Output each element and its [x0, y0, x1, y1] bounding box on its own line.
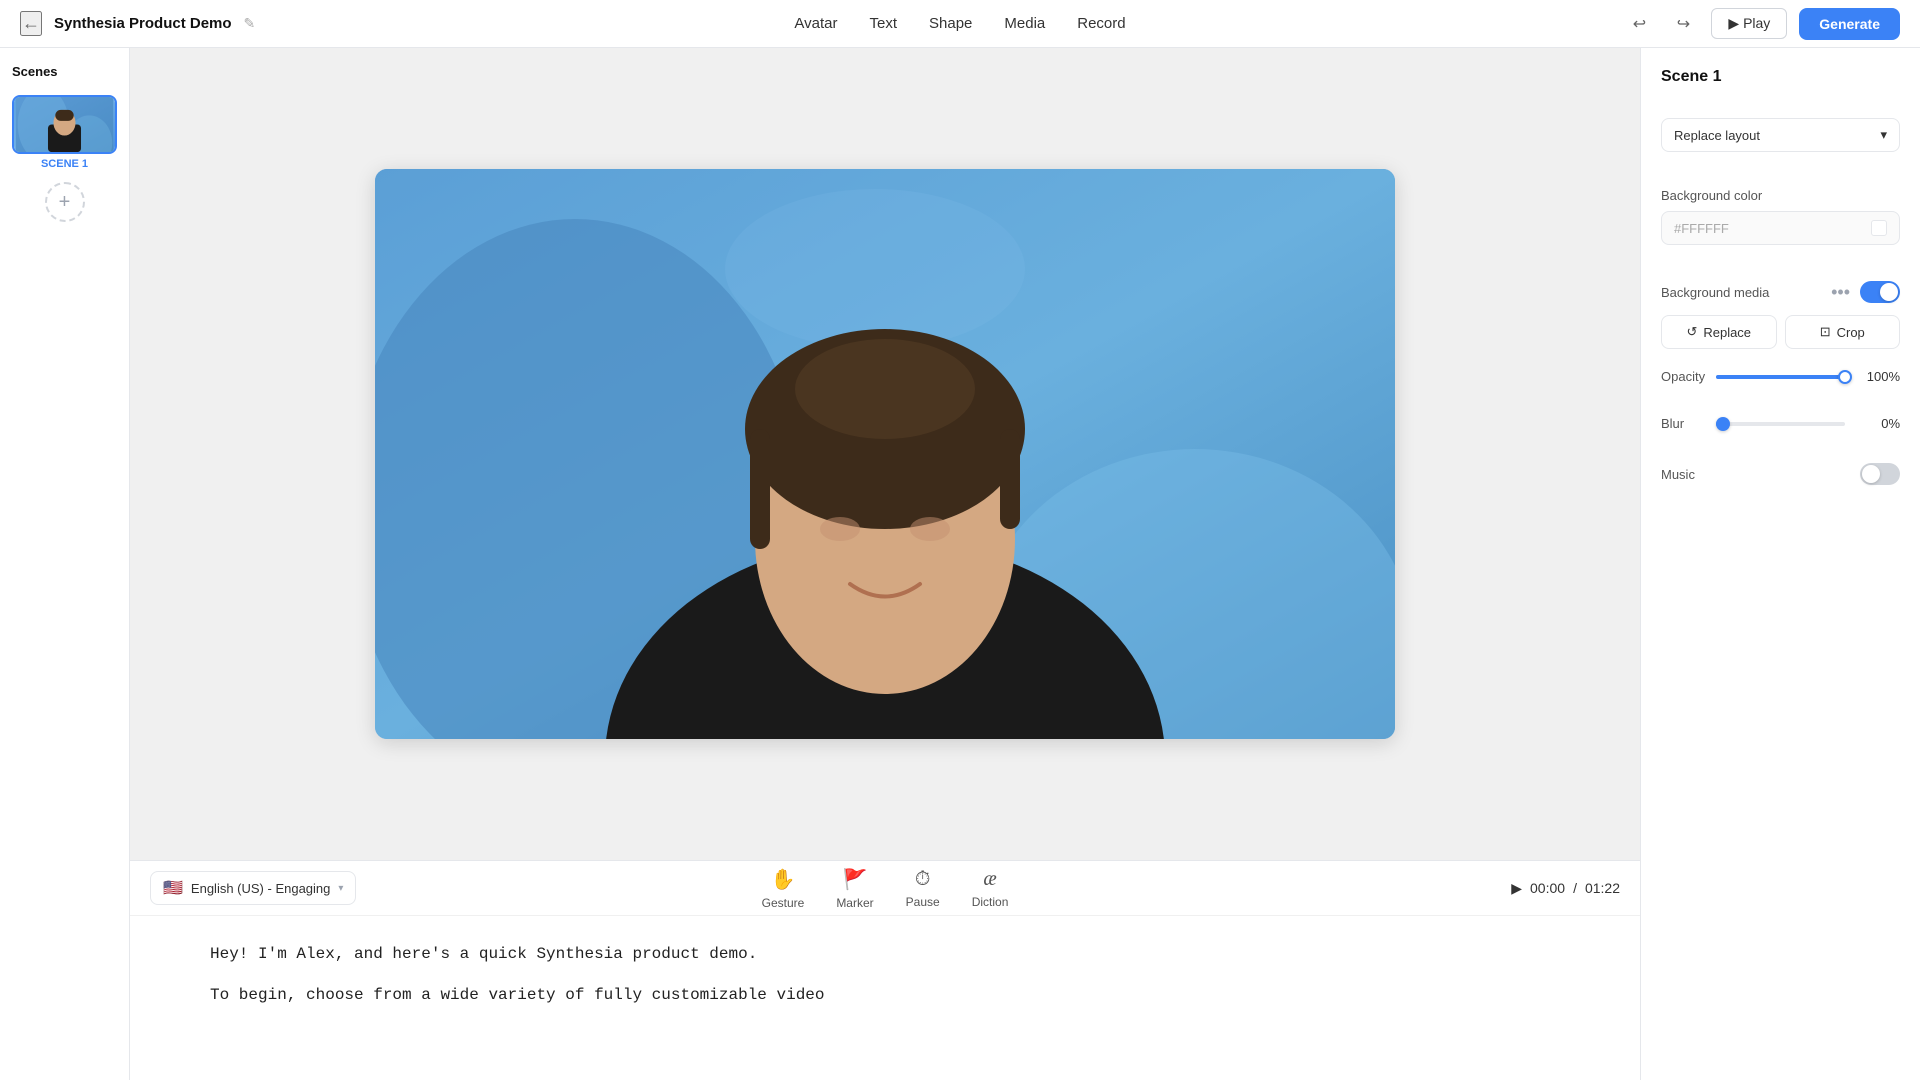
diction-action[interactable]: æ Diction	[972, 868, 1009, 909]
background-media-section: Background media ••• ↺ Replace ⊡ Crop	[1661, 281, 1900, 349]
script-content[interactable]: Hey! I'm Alex, and here's a quick Synthe…	[130, 916, 1640, 1046]
replace-layout-select[interactable]: Replace layout ▾	[1661, 118, 1900, 152]
undo-button[interactable]: ↩	[1623, 8, 1655, 40]
background-color-label: Background color	[1661, 188, 1900, 203]
opacity-value: 100%	[1855, 369, 1900, 384]
canvas-area: 🇺🇸 English (US) - Engaging ▾ ✋ Gesture 🚩…	[130, 48, 1640, 1080]
script-line-1: Hey! I'm Alex, and here's a quick Synthe…	[210, 940, 1560, 969]
header-right: ↩ ↪ ▶ Play Generate	[1623, 8, 1900, 40]
header-nav: Avatar Text Shape Media Record	[794, 15, 1125, 32]
blur-label: Blur	[1661, 416, 1706, 431]
gesture-icon: ✋	[771, 867, 796, 892]
main-layout: Scenes	[0, 48, 1920, 1080]
music-label: Music	[1661, 467, 1695, 482]
scenes-label: Scenes	[12, 64, 117, 79]
nav-text[interactable]: Text	[869, 15, 897, 32]
redo-button[interactable]: ↪	[1667, 8, 1699, 40]
music-row: Music	[1661, 463, 1900, 485]
nav-media[interactable]: Media	[1004, 15, 1045, 32]
toggle-knob	[1880, 283, 1898, 301]
pause-icon: ⏱	[915, 868, 931, 891]
replace-button[interactable]: ↺ Replace	[1661, 315, 1777, 349]
nav-avatar[interactable]: Avatar	[794, 15, 837, 32]
right-panel: Scene 1 Replace layout ▾ Background colo…	[1640, 48, 1920, 1080]
color-swatch[interactable]	[1871, 220, 1887, 236]
play-button[interactable]: ▶ Play	[1711, 8, 1787, 39]
background-color-section: Background color #FFFFFF	[1661, 188, 1900, 245]
diction-label: Diction	[972, 895, 1009, 909]
language-label: English (US) - Engaging	[191, 881, 330, 896]
script-line-2: To begin, choose from a wide variety of …	[210, 981, 1560, 1010]
opacity-slider[interactable]	[1716, 375, 1845, 379]
back-button[interactable]: ←	[20, 11, 42, 36]
time-display: ▶ 00:00 / 01:22	[1511, 880, 1620, 897]
blur-thumb[interactable]	[1716, 417, 1730, 431]
time-total: 01:22	[1585, 880, 1620, 896]
header-left: ← Synthesia Product Demo ✎	[20, 11, 255, 36]
time-separator: /	[1573, 880, 1577, 896]
background-media-toggle[interactable]	[1860, 281, 1900, 303]
background-color-input[interactable]: #FFFFFF	[1661, 211, 1900, 245]
bg-media-row: Background media •••	[1661, 281, 1900, 303]
opacity-label: Opacity	[1661, 369, 1706, 384]
nav-shape[interactable]: Shape	[929, 15, 972, 32]
opacity-thumb[interactable]	[1838, 370, 1852, 384]
header: ← Synthesia Product Demo ✎ Avatar Text S…	[0, 0, 1920, 48]
video-canvas[interactable]	[130, 48, 1640, 860]
background-color-value: #FFFFFF	[1674, 221, 1729, 236]
time-current: 00:00	[1530, 880, 1565, 896]
scene-1-container: SCENE 1	[12, 95, 117, 170]
crop-label: Crop	[1837, 325, 1865, 340]
music-toggle[interactable]	[1860, 463, 1900, 485]
replace-label: Replace	[1703, 325, 1751, 340]
opacity-fill	[1716, 375, 1845, 379]
crop-icon: ⊡	[1820, 324, 1831, 340]
flag-icon: 🇺🇸	[163, 878, 183, 898]
crop-button[interactable]: ⊡ Crop	[1785, 315, 1901, 349]
blur-value: 0%	[1855, 416, 1900, 431]
video-frame	[375, 169, 1395, 739]
play-small-icon[interactable]: ▶	[1511, 880, 1522, 897]
project-edit-icon[interactable]: ✎	[244, 15, 256, 32]
music-toggle-knob	[1862, 465, 1880, 483]
replace-layout-label: Replace layout	[1674, 128, 1760, 143]
marker-action[interactable]: 🚩 Marker	[836, 867, 873, 910]
replace-icon: ↺	[1686, 324, 1697, 340]
marker-icon: 🚩	[843, 867, 868, 892]
background-media-label: Background media	[1661, 285, 1769, 300]
panel-scene-title: Scene 1	[1661, 68, 1900, 86]
pause-action[interactable]: ⏱ Pause	[906, 868, 940, 909]
pause-label: Pause	[906, 895, 940, 909]
language-selector[interactable]: 🇺🇸 English (US) - Engaging ▾	[150, 871, 356, 905]
blur-row: Blur 0%	[1661, 416, 1900, 431]
blur-slider[interactable]	[1716, 422, 1845, 426]
chevron-down-icon: ▾	[1880, 127, 1887, 143]
opacity-row: Opacity 100%	[1661, 369, 1900, 384]
nav-record[interactable]: Record	[1077, 15, 1125, 32]
chevron-down-icon: ▾	[338, 883, 343, 894]
script-toolbar: 🇺🇸 English (US) - Engaging ▾ ✋ Gesture 🚩…	[130, 861, 1640, 916]
generate-button[interactable]: Generate	[1799, 8, 1900, 40]
add-scene-button[interactable]: +	[45, 182, 85, 222]
bg-media-actions: ↺ Replace ⊡ Crop	[1661, 315, 1900, 349]
project-title: Synthesia Product Demo	[54, 15, 232, 32]
diction-icon: æ	[983, 868, 996, 891]
scene-thumb-bg	[14, 97, 115, 152]
scenes-sidebar: Scenes	[0, 48, 130, 1080]
gesture-label: Gesture	[762, 896, 805, 910]
scene-1-thumbnail[interactable]	[12, 95, 117, 154]
more-icon[interactable]: •••	[1831, 282, 1850, 303]
script-area: 🇺🇸 English (US) - Engaging ▾ ✋ Gesture 🚩…	[130, 860, 1640, 1080]
marker-label: Marker	[836, 896, 873, 910]
gesture-action[interactable]: ✋ Gesture	[762, 867, 805, 910]
scene-1-label: SCENE 1	[12, 158, 117, 170]
